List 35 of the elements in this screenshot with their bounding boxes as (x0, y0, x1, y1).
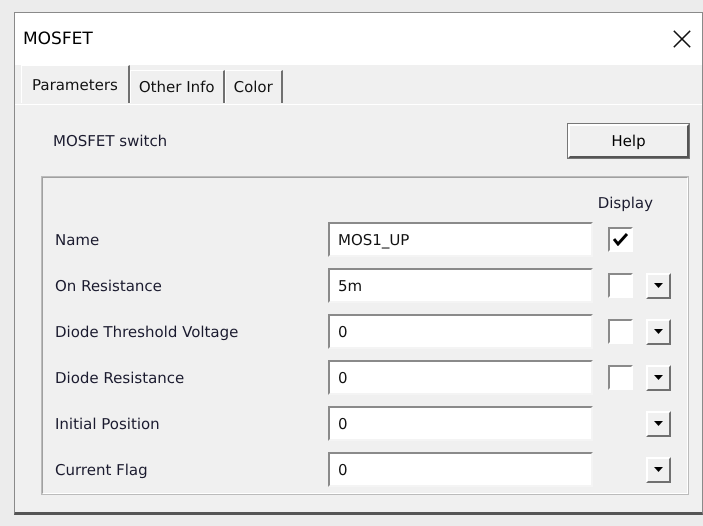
window-title: MOSFET (23, 29, 93, 49)
help-button[interactable]: Help (568, 124, 689, 158)
display-checkbox[interactable] (608, 227, 633, 252)
caret-icon (654, 329, 663, 334)
input-field[interactable]: 0 (328, 406, 593, 441)
tab[interactable]: Other Info (130, 70, 225, 103)
input-field[interactable]: MOS1_UP (328, 222, 593, 257)
dropdown-button[interactable] (646, 318, 671, 344)
check-icon (613, 233, 628, 246)
caret-icon (654, 375, 663, 380)
dropdown-button[interactable] (646, 272, 671, 298)
param-label: Name (55, 230, 100, 248)
column-heading: Display (598, 194, 653, 212)
input-field[interactable]: 0 (328, 360, 593, 395)
dropdown-button[interactable] (646, 410, 671, 436)
display-checkbox[interactable] (608, 319, 633, 344)
tab[interactable]: Parameters (21, 65, 130, 103)
display-checkbox[interactable] (608, 273, 633, 298)
input-field[interactable]: 0 (328, 452, 593, 487)
caret-icon (654, 283, 663, 288)
param-label: On Resistance (55, 276, 163, 294)
input-field[interactable]: 5m (328, 268, 593, 303)
close-icon[interactable] (672, 29, 692, 49)
param-label: Initial Position (55, 414, 161, 432)
dropdown-button[interactable] (646, 456, 671, 482)
dialog-subtitle: MOSFET switch (53, 132, 168, 150)
caret-icon (654, 467, 663, 472)
dropdown-button[interactable] (646, 364, 671, 390)
display-checkbox[interactable] (608, 365, 633, 390)
tab[interactable]: Color (224, 70, 283, 103)
input-field[interactable]: 0 (328, 314, 593, 349)
param-label: Current Flag (55, 460, 149, 478)
param-label: Diode Resistance (55, 368, 186, 386)
param-label: Diode Threshold Voltage (55, 322, 240, 340)
caret-icon (654, 421, 663, 426)
